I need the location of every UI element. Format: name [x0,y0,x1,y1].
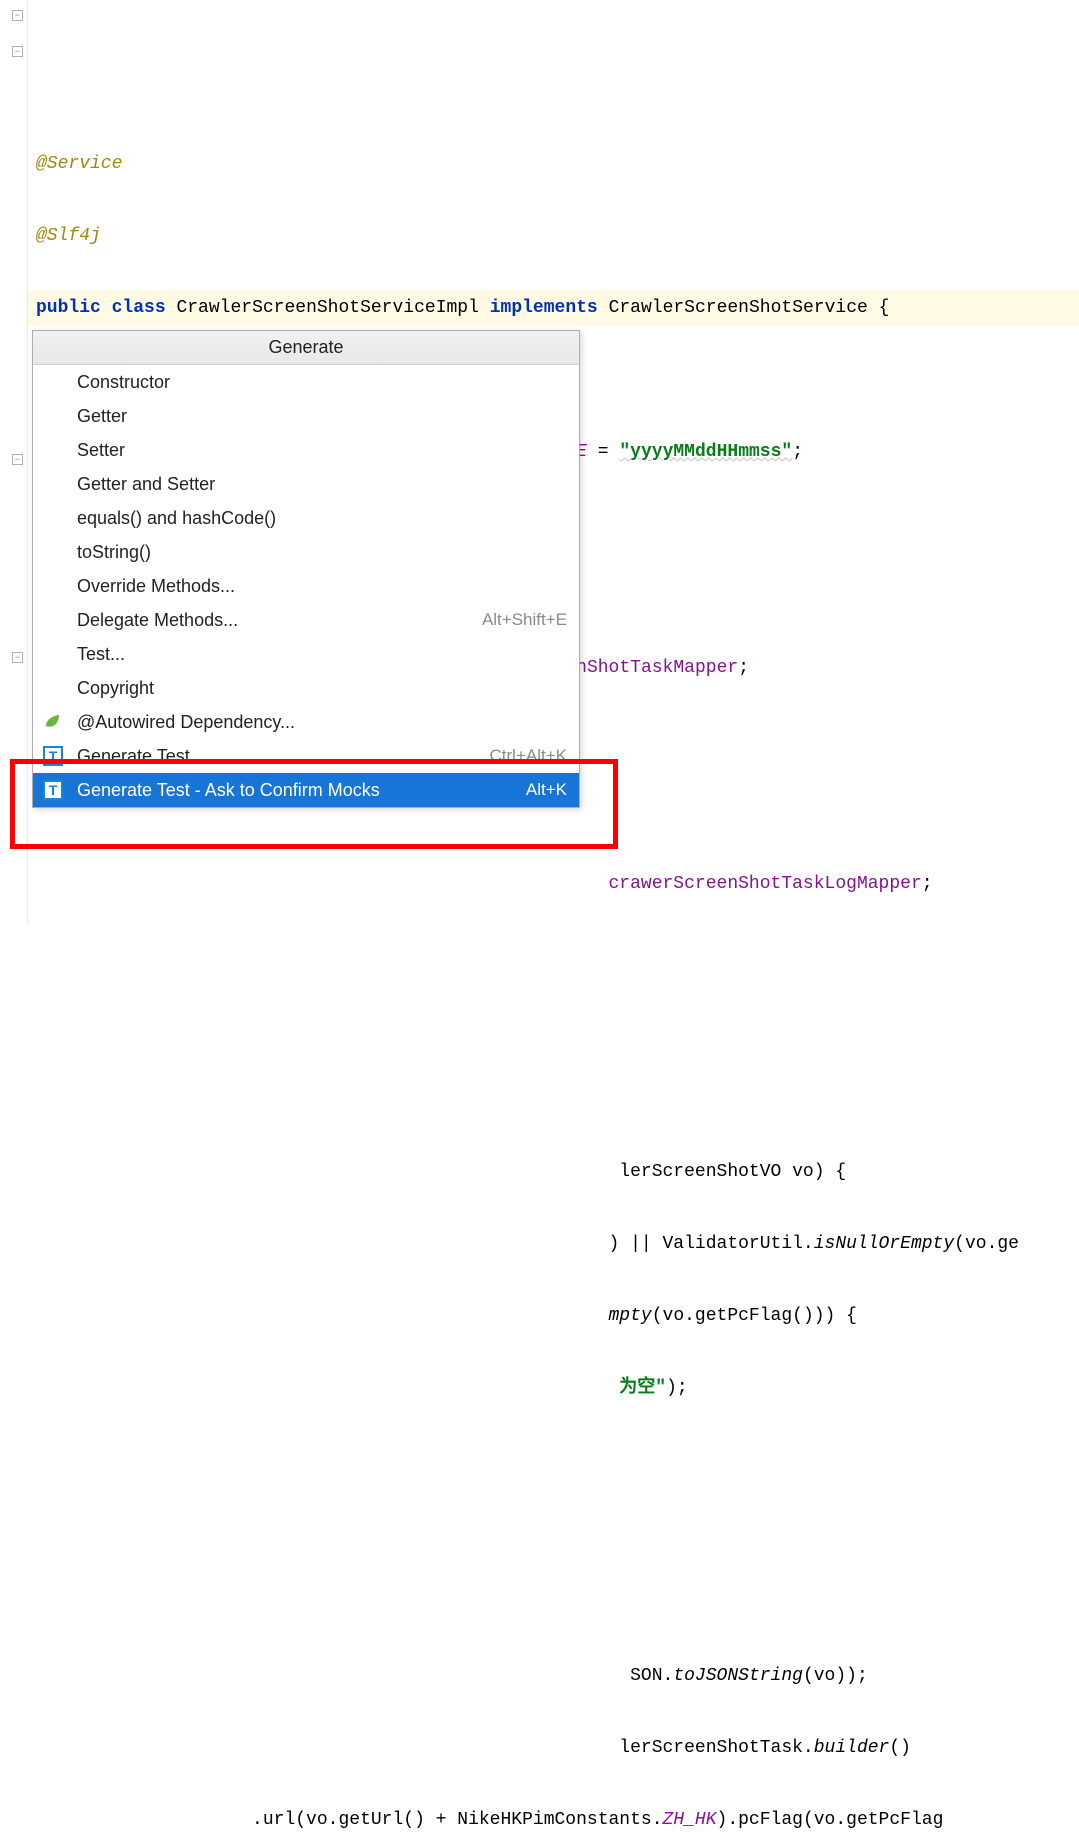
code-fragment: ) || ValidatorUtil. [609,1234,814,1254]
keyword: implements [490,298,598,318]
code-fragment: (vo)); [803,1666,868,1686]
string-literal: 为空" [619,1378,666,1398]
string-literal: "yyyyMMddHHmmss" [619,442,792,462]
popup-item-copyright[interactable]: Copyright [33,671,579,705]
popup-item-label: Generate Test [77,746,490,767]
popup-item-equals-and-hashcode[interactable]: equals() and hashCode() [33,501,579,535]
code-fragment: .url(vo.getUrl() + NikeHKPimConstants. [252,1810,662,1830]
editor-gutter: − − − − [0,0,28,923]
popup-item-getter-and-setter[interactable]: Getter and Setter [33,467,579,501]
popup-item-label: toString() [77,542,567,563]
keyword: class [112,298,166,318]
code-fragment: lerScreenShotTask. [619,1738,813,1758]
popup-item-getter[interactable]: Getter [33,399,579,433]
brace: { [868,298,890,318]
method-call: toJSONString [673,1666,803,1686]
constant: ZH_HK [663,1810,717,1830]
code-fragment: lerScreenShotVO vo) { [619,1162,846,1182]
popup-item-shortcut: Alt+Shift+E [482,610,567,630]
code-fragment: () [889,1738,911,1758]
code-fragment: ); [666,1378,688,1398]
fold-marker[interactable]: − [12,454,23,465]
popup-list: Constructor Getter Setter Getter and Setter… [33,365,579,807]
popup-item-label: Test... [77,644,567,665]
generate-popup: Generate Constructor Getter Setter Getter a… [32,330,580,808]
popup-item-delegate-methods[interactable]: Delegate Methods...Alt+Shift+E [33,603,579,637]
fold-marker[interactable]: − [12,46,23,57]
spring-leaf-icon [42,712,62,732]
semi: ; [922,874,933,894]
code-fragment: SON. [630,1666,673,1686]
popup-item-test[interactable]: Test... [33,637,579,671]
keyword: public [36,298,101,318]
class-name: CrawlerScreenShotServiceImpl [176,298,478,318]
popup-item-label: @Autowired Dependency... [77,712,567,733]
test-icon: T [42,745,64,767]
popup-item-shortcut: Ctrl+Alt+K [490,746,567,766]
popup-item-generate-test-ask-to-confirm-mocks[interactable]: T Generate Test - Ask to Confirm MocksAlt… [33,773,579,807]
popup-item-override-methods[interactable]: Override Methods... [33,569,579,603]
popup-item-label: equals() and hashCode() [77,508,567,529]
popup-item-label: Generate Test - Ask to Confirm Mocks [77,780,526,801]
semi: ; [738,658,749,678]
interface-name: CrawlerScreenShotService [609,298,868,318]
fold-marker[interactable]: − [12,10,23,21]
popup-item-label: Delegate Methods... [77,610,482,631]
popup-item-label: Constructor [77,372,567,393]
popup-item-setter[interactable]: Setter [33,433,579,467]
popup-item-tostring[interactable]: toString() [33,535,579,569]
field-name: crawerScreenShotTaskLogMapper [609,874,922,894]
test-icon: T [42,779,64,801]
popup-item-constructor[interactable]: Constructor [33,365,579,399]
code-fragment: (vo.getPcFlag())) { [652,1306,857,1326]
popup-item-label: Getter and Setter [77,474,567,495]
popup-item-label: Override Methods... [77,576,567,597]
annotation: @Service [36,154,122,174]
method-call: isNullOrEmpty [814,1234,954,1254]
op: = [587,442,619,462]
annotation: @Slf4j [36,226,101,246]
popup-item-shortcut: Alt+K [526,780,567,800]
code-fragment: (vo.ge [954,1234,1019,1254]
code-fragment: ).pcFlag(vo.getPcFlag [717,1810,944,1830]
popup-item-autowired-dependency[interactable]: @Autowired Dependency... [33,705,579,739]
popup-item-generate-test[interactable]: T Generate TestCtrl+Alt+K [33,739,579,773]
popup-title: Generate [33,331,579,365]
popup-item-label: Copyright [77,678,567,699]
method-call: mpty [609,1306,652,1326]
fold-marker[interactable]: − [12,652,23,663]
popup-item-label: Setter [77,440,567,461]
semi: ; [792,442,803,462]
method-call: builder [814,1738,890,1758]
popup-item-label: Getter [77,406,567,427]
